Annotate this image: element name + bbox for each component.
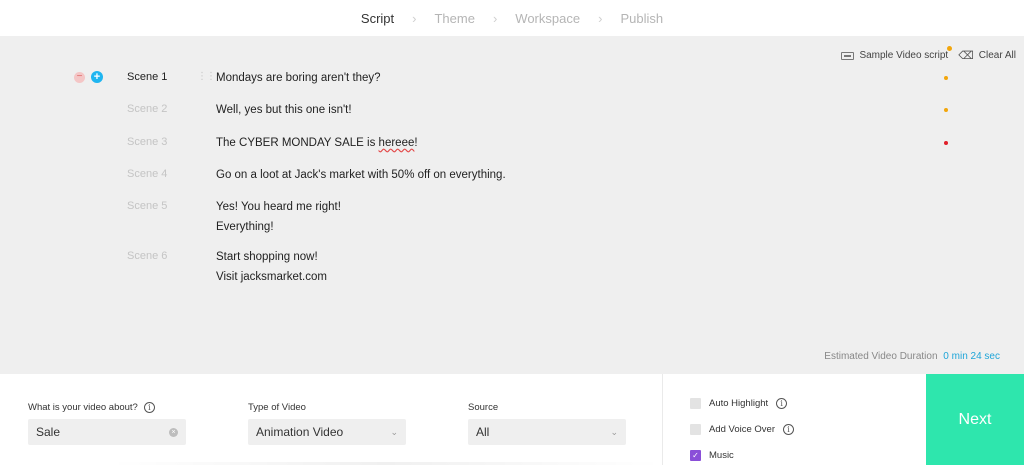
stepper-nav: Script › Theme › Workspace › Publish (0, 0, 1024, 36)
scene-label[interactable]: Scene 1 (127, 71, 167, 83)
scene-label[interactable]: Scene 5 (127, 200, 167, 212)
chevron-right-icon: › (412, 10, 417, 26)
scene-line: The CYBER MONDAY SALE is hereee! (216, 133, 418, 153)
scene-text[interactable]: Yes! You heard me right! Everything! (216, 197, 341, 237)
scene-text[interactable]: Start shopping now! Visit jacksmarket.co… (216, 247, 327, 287)
add-scene-button[interactable]: + (91, 71, 103, 83)
scene-line: Mondays are boring aren't they? (216, 72, 381, 84)
scene-line: Start shopping now! (216, 251, 318, 263)
editor-toolbar: Sample Video script ⌫ Clear All (841, 46, 1016, 62)
estimated-duration: Estimated Video Duration 0 min 24 sec (824, 351, 1000, 362)
auto-highlight-option[interactable]: Auto Highlight i (690, 390, 926, 416)
broom-icon: ⌫ (958, 50, 974, 62)
info-icon[interactable]: i (143, 402, 155, 413)
video-type-field: Type of Video Animation Video ⌄ (248, 402, 406, 445)
drag-handle-icon[interactable]: ⋮⋮ (197, 71, 216, 82)
chevron-right-icon: › (492, 10, 498, 26)
voice-over-option[interactable]: Add Voice Over i (690, 416, 926, 442)
music-label: Music (709, 449, 734, 461)
scene-line: Everything! (216, 221, 274, 233)
music-option[interactable]: ✓ Music (690, 442, 926, 465)
step-theme[interactable]: Theme (430, 11, 478, 26)
sample-video-script-label: Sample Video script (859, 50, 949, 61)
clear-all-label: Clear All (978, 50, 1016, 61)
clear-all-button[interactable]: ⌫ Clear All (958, 49, 1016, 62)
step-workspace[interactable]: Workspace (511, 11, 584, 26)
misspelled-word[interactable]: hereee (379, 137, 415, 149)
topic-label: What is your video about? i (28, 402, 186, 413)
scene-line: Yes! You heard me right! (216, 201, 341, 213)
chevron-down-icon: ⌄ (390, 426, 398, 437)
video-type-value: Animation Video (256, 425, 344, 439)
script-editor: Sample Video script ⌫ Clear All − + Scen… (0, 36, 1024, 374)
topic-label-text: What is your video about? (28, 402, 138, 413)
clear-icon[interactable]: × (169, 427, 178, 437)
remove-scene-button[interactable]: − (74, 71, 85, 83)
duration-value: 0 min 24 sec (943, 351, 1000, 362)
scene-line: Go on a loot at Jack's market with 50% o… (216, 169, 506, 181)
source-field: Source All ⌄ (468, 402, 626, 445)
scene-label[interactable]: Scene 3 (127, 136, 167, 148)
auto-highlight-label: Auto Highlight (709, 397, 769, 409)
status-dot (944, 76, 948, 80)
topic-input-value: Sale (36, 425, 61, 439)
source-label: Source (468, 402, 499, 413)
sample-video-script-button[interactable]: Sample Video script (841, 46, 953, 61)
auto-highlight-checkbox[interactable] (690, 397, 701, 409)
video-type-label: Type of Video (248, 402, 306, 413)
video-settings-panel: What is your video about? i Sale × Type … (0, 374, 1024, 465)
notification-dot (947, 46, 953, 51)
scene-label[interactable]: Scene 6 (127, 250, 167, 262)
topic-field: What is your video about? i Sale × (28, 402, 186, 445)
info-icon[interactable]: i (776, 397, 788, 409)
status-dot (944, 141, 948, 145)
info-icon[interactable]: i (783, 423, 795, 435)
scene-line: Visit jacksmarket.com (216, 271, 327, 283)
scene-line: Well, yes but this one isn't! (216, 104, 352, 116)
topic-input[interactable]: Sale × (28, 419, 186, 445)
status-dot (944, 108, 948, 112)
scene-text-segment: The CYBER MONDAY SALE is (216, 137, 379, 149)
source-select[interactable]: All ⌄ (468, 419, 626, 445)
voice-over-checkbox[interactable] (690, 423, 701, 435)
step-publish[interactable]: Publish (616, 11, 667, 26)
duration-label: Estimated Video Duration (824, 351, 938, 362)
scene-text-segment: ! (414, 137, 418, 149)
scene-text[interactable]: Mondays are boring aren't they? (216, 68, 381, 88)
scene-label[interactable]: Scene 4 (127, 168, 167, 180)
video-type-select[interactable]: Animation Video ⌄ (248, 419, 406, 445)
script-icon (841, 51, 855, 60)
source-value: All (476, 425, 490, 439)
scene-text[interactable]: Go on a loot at Jack's market with 50% o… (216, 165, 506, 185)
scene-text[interactable]: Well, yes but this one isn't! (216, 100, 352, 120)
next-button[interactable]: Next (926, 374, 1024, 465)
scene-label[interactable]: Scene 2 (127, 103, 167, 115)
video-options: Auto Highlight i Add Voice Over i ✓ Musi… (662, 374, 926, 465)
voice-over-label: Add Voice Over (709, 423, 776, 435)
music-checkbox[interactable]: ✓ (690, 449, 701, 461)
step-script[interactable]: Script (357, 11, 398, 26)
scene-text[interactable]: The CYBER MONDAY SALE is hereee! (216, 133, 418, 153)
chevron-right-icon: › (598, 10, 603, 26)
chevron-down-icon: ⌄ (610, 426, 618, 437)
scene-controls: − + (74, 71, 103, 83)
